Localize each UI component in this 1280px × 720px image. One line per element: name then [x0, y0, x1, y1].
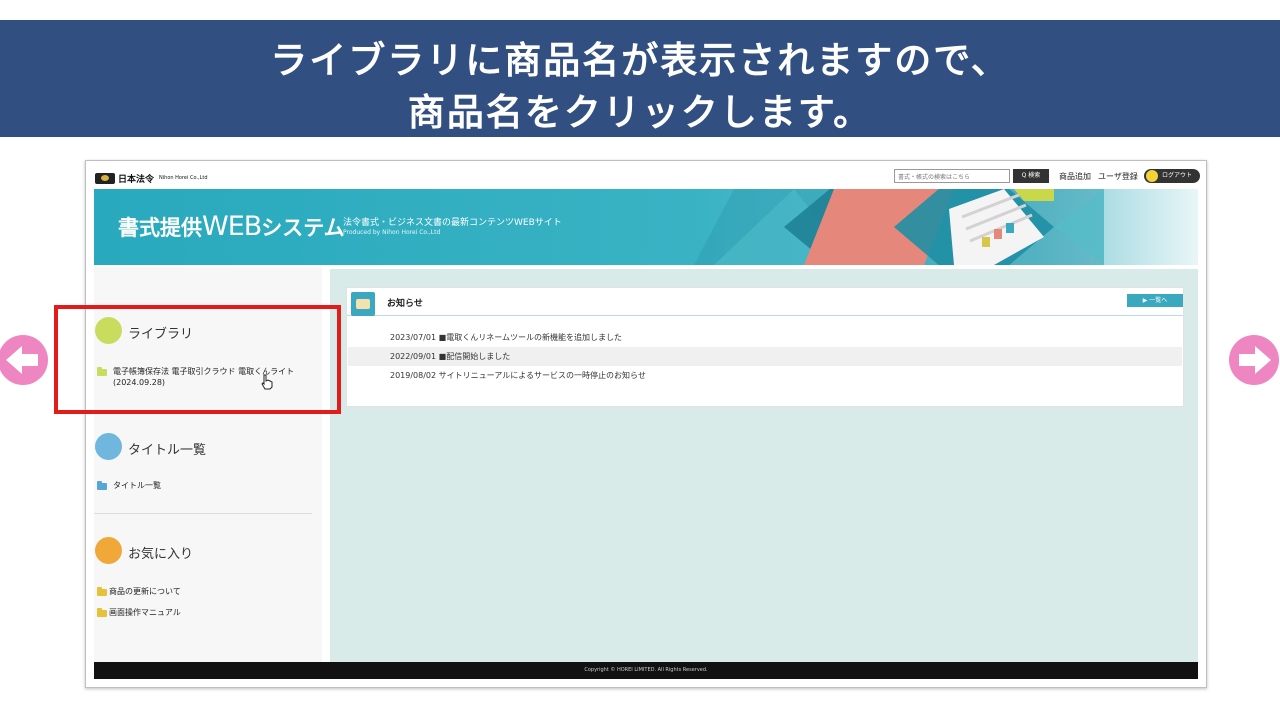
star-icon — [95, 537, 122, 564]
banner-line-1: ライブラリに商品名が表示されますので、 — [270, 39, 1010, 82]
title-suffix: システム — [261, 216, 345, 240]
sidebar-heading-titles: タイトル一覧 — [128, 443, 207, 458]
app-screenshot: 日本法令 Nihon Horei Co.,Ltd 書式・帳式の検索はこちら Q … — [85, 160, 1207, 688]
view-all-button[interactable]: ▶ 一覧へ — [1127, 294, 1183, 307]
notice-header: お知らせ ▶ 一覧へ — [347, 288, 1183, 316]
search-input[interactable]: 書式・帳式の検索はこちら — [894, 169, 1010, 183]
arrow-right-icon — [1239, 346, 1271, 374]
logo-english: Nihon Horei Co.,Ltd — [159, 175, 208, 181]
sidebar-heading-favorites: お気に入り — [128, 547, 194, 562]
site-logo[interactable]: 日本法令 Nihon Horei Co.,Ltd — [95, 171, 208, 185]
highlight-box — [54, 305, 341, 414]
news-text[interactable]: 2023/07/01 ■電取くんリネームツールの新機能を追加しました — [390, 332, 622, 343]
folder-icon — [97, 587, 107, 596]
site-top-bar: 日本法令 Nihon Horei Co.,Ltd 書式・帳式の検索はこちら Q … — [86, 161, 1206, 189]
header-producer: Produced by Nihon Horei Co.,Ltd — [343, 229, 441, 236]
sidebar-divider — [94, 513, 312, 514]
logout-icon — [1146, 170, 1158, 182]
title-list-link[interactable]: タイトル一覧 — [113, 480, 161, 491]
hand-cursor-icon — [261, 374, 273, 390]
search-button[interactable]: Q 検索 — [1013, 169, 1049, 183]
instruction-banner: ライブラリに商品名が表示されますので、 商品名をクリックします。 — [0, 20, 1280, 137]
logout-button[interactable]: ログアウト — [1144, 169, 1200, 183]
favorite-item[interactable]: 画面操作マニュアル — [109, 607, 181, 618]
news-text[interactable]: 2019/08/02 サイトリニューアルによるサービスの一時停止のお知らせ — [390, 370, 646, 381]
header-subtitle: 法令書式・ビジネス文書の最新コンテンツWEBサイト — [343, 218, 562, 228]
news-row[interactable]: 2022/09/01 ■配信開始しました — [348, 347, 1182, 366]
title-web: WEB — [202, 211, 262, 242]
envelope-icon — [351, 292, 375, 316]
folder-icon — [97, 481, 107, 490]
notice-panel: お知らせ ▶ 一覧へ 2023/07/01 ■電取くんリネームツールの新機能を追… — [346, 287, 1184, 407]
logo-mark-icon — [95, 172, 115, 184]
title-list-icon — [95, 433, 122, 460]
site-footer: Copyright © HOREI LIMITED. All Rights Re… — [94, 662, 1198, 679]
add-product-link[interactable]: 商品追加 — [1059, 171, 1091, 182]
title-prefix: 書式提供 — [118, 216, 202, 240]
arrow-left-icon — [6, 346, 38, 374]
user-register-link[interactable]: ユーザ登録 — [1098, 171, 1138, 182]
news-text[interactable]: 2022/09/01 ■配信開始しました — [390, 351, 510, 362]
site-header: 書式提供WEBシステム 法令書式・ビジネス文書の最新コンテンツWEBサイト Pr… — [94, 189, 1198, 265]
favorite-item[interactable]: 商品の更新について — [109, 586, 181, 597]
notice-title: お知らせ — [387, 299, 423, 309]
logout-label: ログアウト — [1162, 172, 1193, 179]
previous-slide-button[interactable] — [0, 335, 48, 385]
next-slide-button[interactable] — [1229, 335, 1279, 385]
logo-text: 日本法令 — [118, 174, 155, 185]
system-title: 書式提供WEBシステム — [118, 211, 345, 242]
news-row[interactable]: 2023/07/01 ■電取くんリネームツールの新機能を追加しました — [348, 328, 1182, 347]
news-row[interactable]: 2019/08/02 サイトリニューアルによるサービスの一時停止のお知らせ — [348, 366, 1182, 385]
banner-line-2: 商品名をクリックします。 — [407, 91, 873, 134]
main-content: お知らせ ▶ 一覧へ 2023/07/01 ■電取くんリネームツールの新機能を追… — [330, 269, 1198, 662]
folder-icon — [97, 608, 107, 617]
